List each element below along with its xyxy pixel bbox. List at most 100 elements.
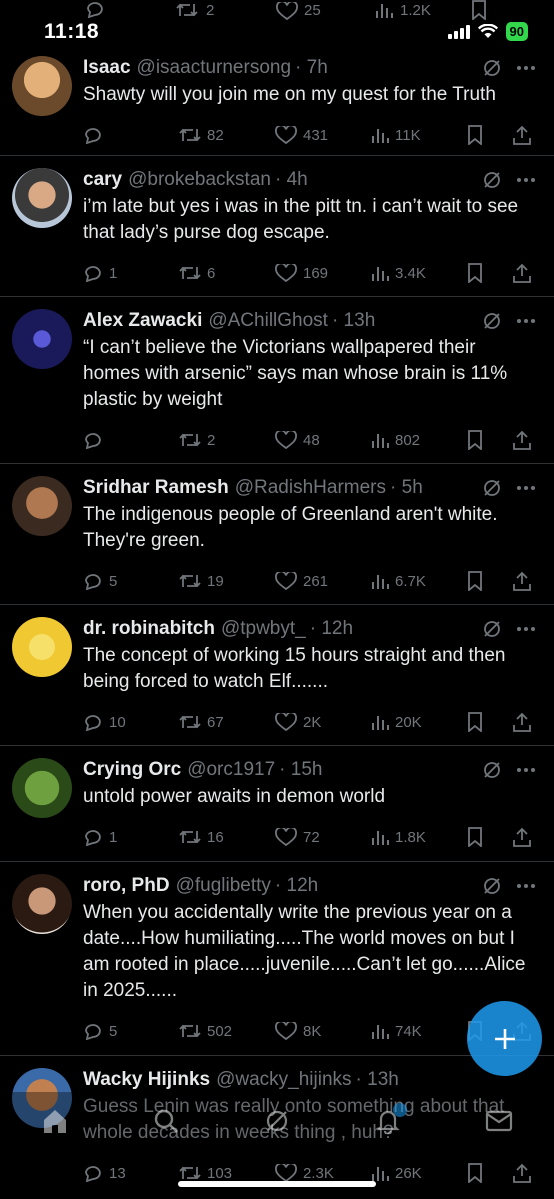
views-button[interactable]: 20K <box>371 714 467 731</box>
reply-button[interactable] <box>83 431 179 449</box>
like-button[interactable]: 261 <box>275 572 371 590</box>
reply-button[interactable]: 5 <box>83 572 179 590</box>
avatar[interactable] <box>12 874 72 934</box>
author-handle[interactable]: @AChillGhost <box>208 309 328 333</box>
views-button[interactable]: 802 <box>371 432 467 449</box>
home-indicator[interactable] <box>178 1181 376 1187</box>
views-button[interactable]: 6.7K <box>371 573 467 590</box>
author-handle[interactable]: @isaacturnersong <box>137 56 291 80</box>
tab-notifications[interactable] <box>363 1101 413 1141</box>
avatar[interactable] <box>12 56 72 116</box>
retweet-button[interactable]: 6 <box>179 265 275 282</box>
like-button[interactable]: 72 <box>275 828 371 846</box>
bookmark-button[interactable] <box>467 1163 513 1183</box>
grok-icon[interactable] <box>482 876 502 896</box>
grok-icon[interactable] <box>482 311 502 331</box>
bookmark-button[interactable] <box>467 430 513 450</box>
like-button[interactable]: 48 <box>275 431 371 449</box>
reply-button[interactable] <box>83 126 179 144</box>
views-button[interactable]: 26K <box>371 1165 467 1182</box>
author-name[interactable]: cary <box>83 168 122 192</box>
bookmark-button[interactable] <box>467 125 513 145</box>
tweet[interactable]: Isaac @isaacturnersong · 7h Shawty will … <box>0 44 554 156</box>
like-button[interactable]: 169 <box>275 264 371 282</box>
views-button[interactable]: 11K <box>371 127 467 144</box>
avatar[interactable] <box>12 309 72 369</box>
author-name[interactable]: roro, PhD <box>83 874 170 898</box>
author-handle[interactable]: @fuglibetty <box>176 874 271 898</box>
like-button[interactable]: 8K <box>275 1022 371 1040</box>
reply-button[interactable]: 13 <box>83 1164 179 1182</box>
tab-home[interactable] <box>30 1101 80 1141</box>
author-handle[interactable]: @orc1917 <box>187 758 275 782</box>
retweet-button[interactable]: 2 <box>179 432 275 449</box>
grok-icon[interactable] <box>482 58 502 78</box>
avatar[interactable] <box>12 617 72 677</box>
author-handle[interactable]: @tpwbyt_ <box>221 617 306 641</box>
avatar[interactable] <box>12 758 72 818</box>
reply-button[interactable]: 1 <box>83 828 179 846</box>
share-button[interactable] <box>513 263 531 283</box>
retweet-button[interactable]: 16 <box>179 829 275 846</box>
share-button[interactable] <box>513 571 531 591</box>
reply-button[interactable]: 1 <box>83 264 179 282</box>
tweet[interactable]: dr. robinabitch @tpwbyt_ · 12h The conce… <box>0 605 554 746</box>
retweet-icon[interactable] <box>176 2 198 18</box>
retweet-button[interactable]: 82 <box>179 127 275 144</box>
author-handle[interactable]: @wacky_hijinks <box>216 1068 351 1092</box>
more-icon[interactable] <box>516 177 536 183</box>
more-icon[interactable] <box>516 485 536 491</box>
tab-grok[interactable] <box>252 1101 302 1141</box>
bookmark-button[interactable] <box>467 712 513 732</box>
author-name[interactable]: Isaac <box>83 56 131 80</box>
views-button[interactable]: 1.8K <box>371 829 467 846</box>
tab-search[interactable] <box>141 1101 191 1141</box>
author-name[interactable]: Wacky Hijinks <box>83 1068 210 1092</box>
share-button[interactable] <box>513 1163 531 1183</box>
views-button[interactable]: 74K <box>371 1023 467 1040</box>
avatar[interactable] <box>12 168 72 228</box>
reply-icon[interactable] <box>85 0 105 18</box>
more-icon[interactable] <box>516 883 536 889</box>
retweet-button[interactable]: 19 <box>179 573 275 590</box>
retweet-button[interactable]: 103 <box>179 1165 275 1182</box>
author-name[interactable]: dr. robinabitch <box>83 617 215 641</box>
compose-button[interactable] <box>467 1001 542 1076</box>
author-handle[interactable]: @brokebackstan <box>128 168 271 192</box>
like-button[interactable]: 2K <box>275 713 371 731</box>
tweet[interactable]: Crying Orc @orc1917 · 15h untold power a… <box>0 746 554 862</box>
share-button[interactable] <box>513 430 531 450</box>
reply-button[interactable]: 10 <box>83 713 179 731</box>
retweet-button[interactable]: 502 <box>179 1023 275 1040</box>
bookmark-button[interactable] <box>467 263 513 283</box>
grok-icon[interactable] <box>482 760 502 780</box>
bookmark-button[interactable] <box>467 571 513 591</box>
share-button[interactable] <box>513 827 531 847</box>
bookmark-button[interactable] <box>467 827 513 847</box>
like-icon[interactable] <box>276 2 298 20</box>
author-name[interactable]: Alex Zawacki <box>83 309 202 333</box>
more-icon[interactable] <box>516 626 536 632</box>
views-icon[interactable] <box>375 2 393 18</box>
retweet-button[interactable]: 67 <box>179 714 275 731</box>
more-icon[interactable] <box>516 767 536 773</box>
tweet[interactable]: Sridhar Ramesh @RadishHarmers · 5h The i… <box>0 464 554 605</box>
grok-icon[interactable] <box>482 478 502 498</box>
reply-button[interactable]: 5 <box>83 1022 179 1040</box>
more-icon[interactable] <box>516 65 536 71</box>
avatar[interactable] <box>12 476 72 536</box>
author-name[interactable]: Crying Orc <box>83 758 181 782</box>
tweet[interactable]: Alex Zawacki @AChillGhost · 13h “I can’t… <box>0 297 554 464</box>
like-button[interactable]: 431 <box>275 126 371 144</box>
author-handle[interactable]: @RadishHarmers <box>235 476 386 500</box>
share-button[interactable] <box>513 125 531 145</box>
tab-messages[interactable] <box>474 1101 524 1141</box>
more-icon[interactable] <box>516 318 536 324</box>
grok-icon[interactable] <box>482 170 502 190</box>
views-button[interactable]: 3.4K <box>371 265 467 282</box>
like-button[interactable]: 2.3K <box>275 1164 371 1182</box>
grok-icon[interactable] <box>482 619 502 639</box>
share-button[interactable] <box>513 712 531 732</box>
bookmark-icon[interactable] <box>471 0 487 20</box>
author-name[interactable]: Sridhar Ramesh <box>83 476 229 500</box>
